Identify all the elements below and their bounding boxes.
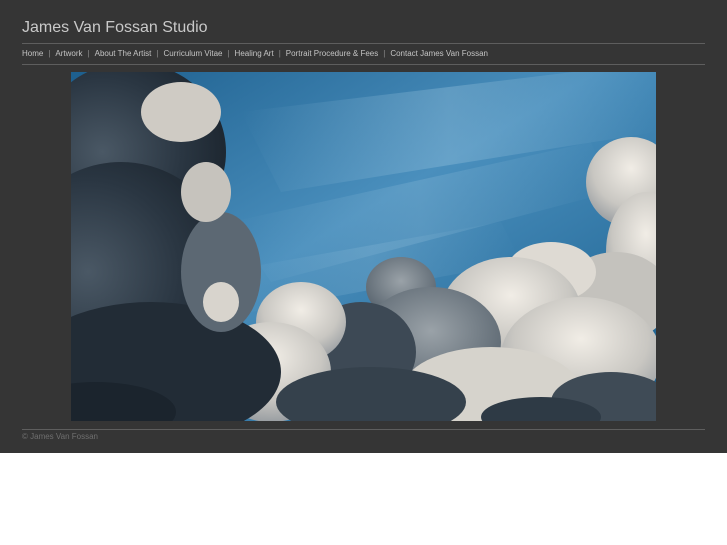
nav-link-artwork[interactable]: Artwork	[55, 48, 82, 60]
nav-link-contact[interactable]: Contact James Van Fossan	[390, 48, 488, 60]
nav-link-about-the-artist[interactable]: About The Artist	[95, 48, 152, 60]
nav-separator: |	[383, 49, 386, 58]
featured-artwork-image	[71, 72, 656, 421]
header-divider	[22, 43, 705, 44]
copyright-notice: © James Van Fossan	[22, 432, 98, 441]
nav-separator: |	[48, 49, 51, 58]
nav-link-portrait-procedure-fees[interactable]: Portrait Procedure & Fees	[286, 48, 378, 60]
site-title[interactable]: James Van Fossan Studio	[22, 17, 208, 39]
nav-link-curriculum-vitae[interactable]: Curriculum Vitae	[163, 48, 222, 60]
main-nav: Home | Artwork | About The Artist | Curr…	[22, 48, 488, 60]
nav-divider	[22, 64, 705, 65]
nav-link-home[interactable]: Home	[22, 48, 43, 60]
nav-separator: |	[156, 49, 159, 58]
nav-separator: |	[227, 49, 230, 58]
footer-divider	[22, 429, 705, 430]
nav-link-healing-art[interactable]: Healing Art	[235, 48, 274, 60]
nav-separator: |	[87, 49, 90, 58]
page-panel: James Van Fossan Studio Home | Artwork |…	[0, 0, 727, 453]
nav-separator: |	[278, 49, 281, 58]
